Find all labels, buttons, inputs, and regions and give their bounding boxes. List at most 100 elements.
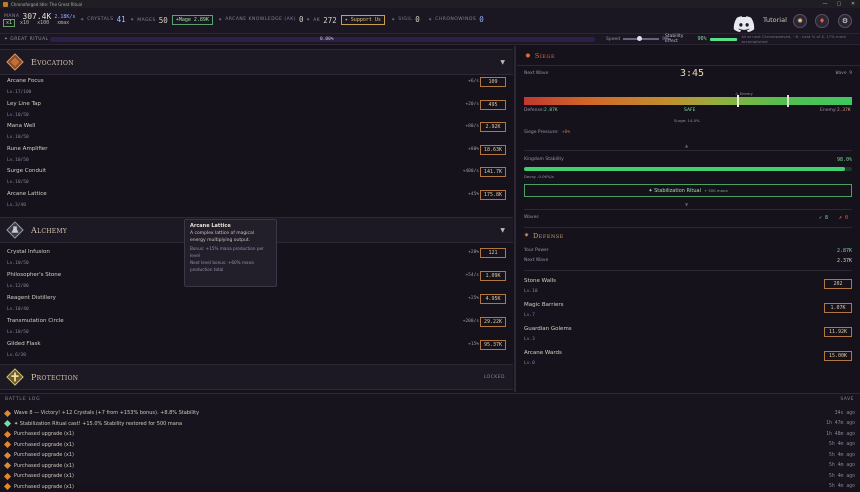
tooltip-next-level: Next level bonus: +60% mana production t… <box>190 260 254 272</box>
speed-slider[interactable] <box>623 36 660 41</box>
diamond-icon <box>3 451 12 459</box>
buy-upgrade-button[interactable]: 2.92K <box>480 122 506 132</box>
upgrade-name: Surge Conduit <box>7 168 47 174</box>
buy-defense-button[interactable]: 1.07K <box>824 303 852 313</box>
save-button[interactable]: SAVE <box>840 397 854 402</box>
hire-mage-button[interactable]: +Mage 2.89K <box>171 15 213 25</box>
buy-upgrade-button[interactable]: 1.09K <box>480 271 506 281</box>
ak-label: AK <box>313 17 321 23</box>
buy-upgrade-button[interactable]: 95.37K <box>480 340 506 350</box>
upgrade-row[interactable]: Arcane Focus Lv.17/100 +6/s 109 <box>0 77 513 99</box>
knowledge-icon: ✦ <box>218 16 223 23</box>
buy-defense-button[interactable]: 15.00K <box>824 351 852 361</box>
buy-defense-button[interactable]: 11.92K <box>824 327 852 337</box>
upgrade-name: Ley Line Tap <box>7 100 41 107</box>
upgrade-name: Reagent Distillery <box>7 295 56 301</box>
defense-upgrade-name: Magic Barriers <box>524 302 564 308</box>
log-entry: Purchased upgrade (x1) 1h 48m ago <box>3 429 855 439</box>
stability-effect-fill <box>709 37 738 41</box>
alchemy-emblem-icon <box>6 221 24 239</box>
log-entry-text: Purchased upgrade (x1) <box>14 452 74 458</box>
battle-log-title: BATTLE LOG <box>5 397 41 402</box>
defense-title: Defense <box>533 232 564 240</box>
tooltip-description: A complex lattice of magical energy mult… <box>190 231 254 243</box>
upgrade-name: Arcane Lattice <box>7 190 47 197</box>
mage-icon: ✦ <box>130 17 135 23</box>
panel-divider[interactable] <box>514 46 516 392</box>
chronowinds-icon: ✦ <box>428 16 433 23</box>
log-entry-time: 34s ago <box>834 410 855 416</box>
defense-upgrade-name: Guardian Golems <box>524 326 572 332</box>
buy-upgrade-button[interactable]: 495 <box>480 99 506 110</box>
buy-upgrade-button[interactable]: 4.95K <box>480 294 506 304</box>
enemy-value: 2.37K <box>837 108 851 113</box>
sigil-label: SIGIL <box>398 17 413 22</box>
log-entry-text: Purchased upgrade (x1) <box>14 483 74 490</box>
buy-upgrade-button[interactable]: 175.8K <box>480 189 506 200</box>
maximize-button[interactable]: ▢ <box>832 0 846 8</box>
upgrade-row[interactable]: Arcane Lattice Lv.3/40 +45% 175.8K <box>0 189 513 212</box>
upgrade-row[interactable]: Surge Conduit Lv.10/50 +400/s 141.7K <box>0 167 513 189</box>
minimize-button[interactable]: — <box>818 0 832 8</box>
mages-label: MAGES <box>137 17 156 23</box>
shield-icon: ✷ <box>524 232 530 239</box>
fire-icon: ✹ <box>525 51 531 60</box>
sigil-value: 0 <box>415 15 420 24</box>
diamond-icon <box>3 461 12 470</box>
multiplier-x100[interactable]: x100 <box>34 19 52 27</box>
stability-effect-value: 96% <box>697 36 707 42</box>
upgrade-name: Arcane Focus <box>7 78 44 84</box>
upgrade-level: Lv.12/80 <box>7 284 29 289</box>
buy-upgrade-button[interactable]: 109 <box>480 77 506 87</box>
upgrade-row[interactable]: Transmutation Circle Lv.10/50 +200/s 29.22K <box>0 317 513 339</box>
sigil-icon: ✦ <box>391 16 396 23</box>
evocation-emblem-icon <box>6 53 24 71</box>
multiplier-xmax[interactable]: xmax <box>54 19 72 27</box>
discord-icon[interactable] <box>733 16 755 32</box>
upgrade-rate: +6/s <box>468 79 479 84</box>
speed-slider-knob[interactable] <box>637 36 643 41</box>
stabilization-ritual-button[interactable]: ✦ Stabilization Ritual + 50K mana <box>524 184 852 197</box>
upgrade-level: Lv.17/100 <box>7 90 32 95</box>
log-entry-time: 5h 4m ago <box>829 473 855 479</box>
close-button[interactable]: ✕ <box>846 0 860 8</box>
support-button[interactable]: ✦ Support Us <box>340 15 385 25</box>
tutorial-button[interactable]: Tutorial <box>763 16 787 24</box>
expand-chevron-icon[interactable]: ▲ <box>685 143 688 148</box>
upgrade-rate: +20% <box>468 250 479 255</box>
collapse-chevron-icon[interactable]: ▼ <box>500 59 505 66</box>
buy-upgrade-button[interactable]: 29.22K <box>480 317 506 327</box>
collapse-chevron-icon[interactable]: ▼ <box>500 227 505 234</box>
waves-label: Waves <box>524 215 539 220</box>
buy-upgrade-button[interactable]: 18.63K <box>480 144 506 155</box>
defense-value: 2.87K <box>544 108 558 113</box>
expand-chevron-icon[interactable]: ▼ <box>685 202 688 207</box>
buy-defense-button[interactable]: 202 <box>824 279 852 289</box>
upgrade-row[interactable]: Ley Line Tap Lv.10/50 +20/s 495 <box>0 99 513 122</box>
multiplier-x1[interactable]: x1 <box>3 19 16 27</box>
buy-upgrade-button[interactable]: 121 <box>480 248 506 258</box>
protection-header[interactable]: Protection LOCKED <box>0 364 513 390</box>
kingdom-stability-label: Kingdom Stability <box>524 157 564 162</box>
upgrade-row[interactable]: Rune Amplifier Lv.10/50 +80% 18.63K <box>0 144 513 167</box>
upgrade-row[interactable]: Reagent Distillery Lv.10/40 +25% 4.95K <box>0 294 513 316</box>
upgrade-row[interactable]: Gilded Flask Lv.6/30 +15% 95.37K <box>0 340 513 362</box>
defense-upgrade-name: Stone Walls <box>524 278 557 284</box>
gear-icon[interactable]: ⚙ <box>838 14 852 28</box>
flame-icon[interactable]: ♦ <box>815 14 829 28</box>
evocation-header[interactable]: Evocation ▼ <box>0 49 513 75</box>
kingdom-stability-value: 98.0% <box>836 157 852 163</box>
crystal-icon: ✦ <box>80 16 85 23</box>
multiplier-x10[interactable]: x10 <box>17 19 32 27</box>
upgrade-rate: +80% <box>468 146 479 152</box>
next-wave-power-value: 2.37K <box>836 258 852 264</box>
lightbulb-icon[interactable]: ✹ <box>793 14 807 28</box>
upgrade-row[interactable]: Mana Well Lv.10/50 +80/s 2.92K <box>0 122 513 144</box>
log-entry: Wave 8 — Victory! +12 Crystals (+7 from … <box>3 408 855 418</box>
log-entry-text: Wave 8 — Victory! +12 Crystals (+7 from … <box>14 410 200 416</box>
wave-timer: 3:45 <box>680 68 705 79</box>
window-title: Chronoforged Idle: The Great Ritual <box>11 1 83 7</box>
siege-header: ✹ Siege <box>517 46 860 66</box>
buy-upgrade-button[interactable]: 141.7K <box>480 167 506 177</box>
upgrade-rate: +54/s <box>465 273 479 278</box>
